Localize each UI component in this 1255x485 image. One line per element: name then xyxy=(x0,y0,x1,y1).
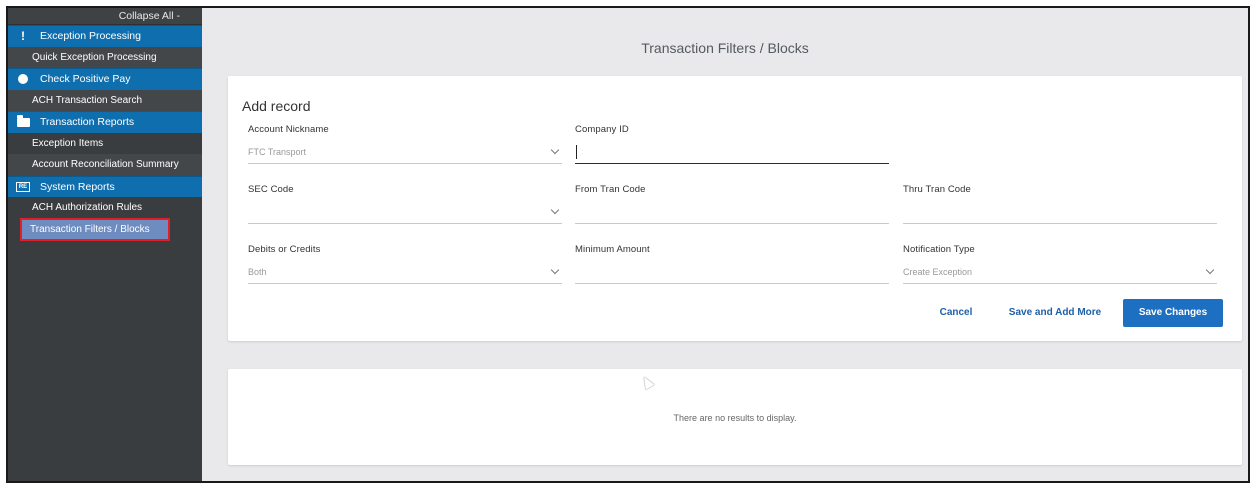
text-caret xyxy=(576,145,577,159)
sec-code-select[interactable] xyxy=(248,201,562,224)
sidebar-item-label: Check Positive Pay xyxy=(40,73,131,86)
sidebar-section-system-reports[interactable]: RE System Reports xyxy=(8,175,202,197)
field-label: From Tran Code xyxy=(575,184,646,195)
chevron-down-icon xyxy=(550,145,560,155)
minimum-amount-field: Minimum Amount xyxy=(575,244,889,284)
account-nickname-select[interactable]: FTC Transport xyxy=(248,141,562,164)
sidebar-item-ach-authorization-rules[interactable]: ACH Authorization Rules xyxy=(8,197,202,219)
sidebar-item-label: Transaction Reports xyxy=(40,116,135,129)
field-value: Both xyxy=(248,267,267,277)
field-label: Company ID xyxy=(575,124,629,135)
sidebar-item-account-reconciliation-summary[interactable]: Account Reconciliation Summary xyxy=(8,154,202,176)
save-changes-button[interactable]: Save Changes xyxy=(1123,299,1223,327)
collapse-all-button[interactable]: Collapse All - xyxy=(8,8,202,25)
sidebar-item-label: Account Reconciliation Summary xyxy=(32,159,179,171)
field-label: Notification Type xyxy=(903,244,975,255)
sidebar-item-exception-items[interactable]: Exception Items xyxy=(8,132,202,154)
sidebar-item-transaction-filters-blocks[interactable]: Transaction Filters / Blocks xyxy=(20,217,170,241)
add-record-card: Add record Account Nickname FTC Transpor… xyxy=(228,76,1242,341)
field-value: FTC Transport xyxy=(248,147,307,157)
form-title: Add record xyxy=(242,98,311,114)
sidebar-item-label: Exception Items xyxy=(32,137,104,149)
cancel-button[interactable]: Cancel xyxy=(928,299,984,327)
field-label: SEC Code xyxy=(248,184,294,195)
notification-type-field: Notification Type Create Exception xyxy=(903,244,1217,284)
thru-tran-code-field: Thru Tran Code xyxy=(903,184,1217,224)
page-title: Transaction Filters / Blocks xyxy=(641,40,809,56)
sidebar: Collapse All - ! Exception Processing Qu… xyxy=(8,8,202,481)
field-label: Account Nickname xyxy=(248,124,329,135)
company-id-input[interactable] xyxy=(575,141,889,164)
minimum-amount-input[interactable] xyxy=(575,261,889,284)
main-content: Transaction Filters / Blocks Add record … xyxy=(202,8,1248,481)
app-window: Collapse All - ! Exception Processing Qu… xyxy=(6,6,1250,483)
debits-or-credits-field: Debits or Credits Both xyxy=(248,244,562,284)
field-value: Create Exception xyxy=(903,267,973,277)
debits-or-credits-select[interactable]: Both xyxy=(248,261,562,284)
field-label: Thru Tran Code xyxy=(903,184,971,195)
field-label: Debits or Credits xyxy=(248,244,321,255)
field-label: Minimum Amount xyxy=(575,244,650,255)
circle-icon xyxy=(16,72,30,86)
sidebar-section-check-positive-pay[interactable]: Check Positive Pay xyxy=(8,68,202,90)
report-icon: RE xyxy=(16,180,30,194)
sec-code-field: SEC Code xyxy=(248,184,562,224)
folder-icon xyxy=(16,114,30,129)
sidebar-item-label: System Reports xyxy=(40,180,115,193)
sidebar-item-label: ACH Transaction Search xyxy=(32,94,143,106)
company-id-field: Company ID xyxy=(575,124,889,164)
exclamation-icon: ! xyxy=(21,29,25,44)
chevron-down-icon xyxy=(550,205,560,215)
sidebar-section-exception-processing[interactable]: ! Exception Processing xyxy=(8,25,202,47)
thru-tran-code-input[interactable] xyxy=(903,201,1217,224)
sidebar-item-ach-transaction-search[interactable]: ACH Transaction Search xyxy=(8,89,202,111)
sidebar-item-label: Transaction Filters / Blocks xyxy=(30,223,150,235)
chevron-down-icon xyxy=(1205,265,1215,275)
sidebar-item-label: Quick Exception Processing xyxy=(32,51,157,63)
results-card: There are no results to display. xyxy=(228,369,1242,465)
save-and-add-more-button[interactable]: Save and Add More xyxy=(1000,299,1110,327)
sidebar-item-quick-exception-processing[interactable]: Quick Exception Processing xyxy=(8,46,202,68)
from-tran-code-field: From Tran Code xyxy=(575,184,889,224)
chevron-down-icon xyxy=(550,265,560,275)
account-nickname-field: Account Nickname FTC Transport xyxy=(248,124,562,164)
from-tran-code-input[interactable] xyxy=(575,201,889,224)
sidebar-item-label: Exception Processing xyxy=(40,30,141,43)
empty-results-message: There are no results to display. xyxy=(673,413,797,423)
notification-type-select[interactable]: Create Exception xyxy=(903,261,1217,284)
sidebar-section-transaction-reports[interactable]: Transaction Reports xyxy=(8,111,202,133)
sidebar-item-label: ACH Authorization Rules xyxy=(32,202,143,214)
